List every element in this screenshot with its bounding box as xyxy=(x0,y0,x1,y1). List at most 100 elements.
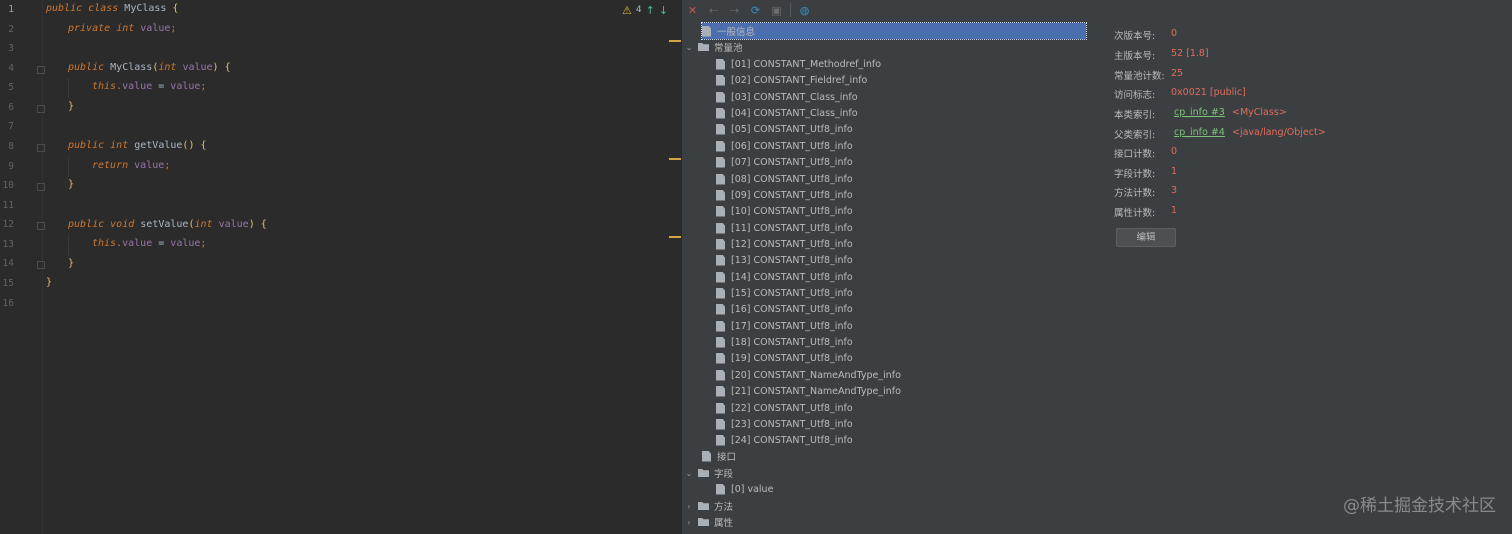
line-gutter: 1 2 3 4 5 6 7 8 9 10 11 12 13 14 15 16 xyxy=(0,0,45,534)
tree-item-constant-pool[interactable]: ⌄ 常量池 xyxy=(684,39,743,55)
back-icon[interactable]: ⇠ xyxy=(703,4,724,17)
tree-item-constant[interactable]: [14] CONSTANT_Utf8_info xyxy=(716,269,853,285)
cp-info-link[interactable]: cp_info #3 xyxy=(1174,107,1225,118)
file-icon xyxy=(702,25,711,37)
refresh-icon[interactable]: ⟳ xyxy=(745,4,766,17)
tree-item-constant[interactable]: [11] CONSTANT_Utf8_info xyxy=(716,220,853,236)
tree-item-interfaces[interactable]: 接口 xyxy=(702,448,736,464)
tree-item-fields[interactable]: ⌄ 字段 xyxy=(684,465,733,481)
code-line-8[interactable]: public int getValue() { xyxy=(68,139,207,153)
fold-marker[interactable] xyxy=(37,144,45,152)
edit-button[interactable]: 编辑 xyxy=(1116,228,1176,247)
tree-item-label: [14] CONSTANT_Utf8_info xyxy=(731,271,853,283)
field: value xyxy=(122,238,153,249)
tree-item-constant[interactable]: [01] CONSTANT_Methodref_info xyxy=(716,56,881,72)
code-line-9[interactable]: return value; xyxy=(92,159,170,173)
arrow-up-icon[interactable]: ↑ xyxy=(646,4,655,17)
arrow-down-icon[interactable]: ↓ xyxy=(659,4,668,17)
tree-item-constant[interactable]: [07] CONSTANT_Utf8_info xyxy=(716,154,853,170)
file-icon xyxy=(716,74,725,86)
tree-item-label: [06] CONSTANT_Utf8_info xyxy=(731,140,853,152)
code-line-13[interactable]: this.value = value; xyxy=(92,237,206,251)
tree-item-constant[interactable]: [24] CONSTANT_Utf8_info xyxy=(716,432,853,448)
chevron-down-icon[interactable]: ⌄ xyxy=(684,43,694,52)
type: void xyxy=(110,219,135,230)
line-number: 10 xyxy=(2,180,14,191)
tree-item-label: 接口 xyxy=(717,452,737,463)
tree-item-constant[interactable]: [16] CONSTANT_Utf8_info xyxy=(716,301,853,317)
code-line-14[interactable]: } xyxy=(68,257,74,271)
tree-item-constant[interactable]: [22] CONSTANT_Utf8_info xyxy=(716,400,853,416)
tree-item-constant[interactable]: [10] CONSTANT_Utf8_info xyxy=(716,203,853,219)
tree-item-constant[interactable]: [17] CONSTANT_Utf8_info xyxy=(716,318,853,334)
tree-item-constant[interactable]: [19] CONSTANT_Utf8_info xyxy=(716,350,853,366)
tree-item-label: 字段 xyxy=(714,469,734,480)
browser-icon[interactable]: ◍ xyxy=(794,4,815,17)
tree-item-constant[interactable]: [03] CONSTANT_Class_info xyxy=(716,89,858,105)
tree-item-methods[interactable]: › 方法 xyxy=(684,498,733,514)
tree-item-constant[interactable]: [13] CONSTANT_Utf8_info xyxy=(716,252,853,268)
brace: { xyxy=(224,62,231,73)
fold-marker[interactable] xyxy=(37,261,45,269)
chevron-down-icon[interactable]: ⌄ xyxy=(684,469,694,478)
tree-item-attributes[interactable]: › 属性 xyxy=(684,514,733,530)
tree-item-field[interactable]: [0] value xyxy=(716,481,773,497)
file-icon xyxy=(716,336,725,348)
tree-item-constant[interactable]: [18] CONSTANT_Utf8_info xyxy=(716,334,853,350)
brace: } xyxy=(68,101,75,112)
keyword: public xyxy=(68,219,105,230)
fold-marker[interactable] xyxy=(37,222,45,230)
tree-item-constant[interactable]: [23] CONSTANT_Utf8_info xyxy=(716,416,853,432)
folder-icon xyxy=(698,502,709,510)
error-stripe-marker[interactable] xyxy=(669,236,681,238)
indent-guide xyxy=(68,157,69,177)
chevron-right-icon[interactable]: › xyxy=(684,518,694,527)
jclasslib-panel: ✕ ⇠ ⇢ ⟳ ▣ ◍ 一般信息 ⌄ 常量池 [01] CONSTANT_Met… xyxy=(682,0,1512,534)
tree-item-label: [11] CONSTANT_Utf8_info xyxy=(731,222,853,234)
indent-guide xyxy=(68,78,69,98)
code-line-6[interactable]: } xyxy=(68,100,74,114)
close-icon[interactable]: ✕ xyxy=(682,4,703,17)
tree-item-general[interactable]: 一般信息 xyxy=(701,22,1087,40)
error-stripe-marker[interactable] xyxy=(669,158,681,160)
tree-item-constant[interactable]: [05] CONSTANT_Utf8_info xyxy=(716,121,853,137)
code-editor[interactable]: 1 2 3 4 5 6 7 8 9 10 11 12 13 14 15 16 p… xyxy=(0,0,682,534)
code-line-12[interactable]: public void setValue(int value) { xyxy=(68,218,267,232)
code-line-1[interactable]: public class MyClass { xyxy=(46,2,179,16)
fold-marker[interactable] xyxy=(37,183,45,191)
info-value: 0 xyxy=(1171,28,1178,39)
tree-item-constant[interactable]: [04] CONSTANT_Class_info xyxy=(716,105,858,121)
inspection-widget[interactable]: ⚠ 4 ↑ ↓ xyxy=(622,3,668,17)
tree-item-constant[interactable]: [08] CONSTANT_Utf8_info xyxy=(716,171,853,187)
code-line-4[interactable]: public MyClass(int value) { xyxy=(68,61,231,75)
file-icon xyxy=(702,450,711,462)
forward-icon[interactable]: ⇢ xyxy=(724,4,745,17)
tree-item-constant[interactable]: [12] CONSTANT_Utf8_info xyxy=(716,236,853,252)
tree-item-constant[interactable]: [06] CONSTANT_Utf8_info xyxy=(716,138,853,154)
save-icon[interactable]: ▣ xyxy=(766,4,787,17)
code-line-10[interactable]: } xyxy=(68,178,74,192)
keyword: return xyxy=(92,160,129,171)
tree-item-label: [05] CONSTANT_Utf8_info xyxy=(731,123,853,135)
type: int xyxy=(194,219,213,230)
tree-item-constant[interactable]: [02] CONSTANT_Fieldref_info xyxy=(716,72,867,88)
fold-marker[interactable] xyxy=(37,66,45,74)
tree-item-constant[interactable]: [09] CONSTANT_Utf8_info xyxy=(716,187,853,203)
chevron-right-icon[interactable]: › xyxy=(684,502,694,511)
code-line-2[interactable]: private int value; xyxy=(68,22,176,36)
code-line-5[interactable]: this.value = value; xyxy=(92,80,206,94)
tree-item-constant[interactable]: [20] CONSTANT_NameAndType_info xyxy=(716,367,901,383)
info-value: 0 xyxy=(1171,146,1178,157)
toolbar-separator xyxy=(790,3,791,17)
cp-info-link[interactable]: cp_info #4 xyxy=(1174,127,1225,138)
tree-item-constant[interactable]: [21] CONSTANT_NameAndType_info xyxy=(716,383,901,399)
info-value: 0x0021 [public] xyxy=(1171,87,1246,98)
tree-item-constant[interactable]: [15] CONSTANT_Utf8_info xyxy=(716,285,853,301)
operator: = xyxy=(152,81,171,92)
fold-marker[interactable] xyxy=(37,105,45,113)
file-icon xyxy=(716,483,725,495)
error-stripe-marker[interactable] xyxy=(669,40,681,42)
code-line-15[interactable]: } xyxy=(46,276,52,290)
line-number: 5 xyxy=(8,82,14,93)
tree-item-label: [23] CONSTANT_Utf8_info xyxy=(731,418,853,430)
